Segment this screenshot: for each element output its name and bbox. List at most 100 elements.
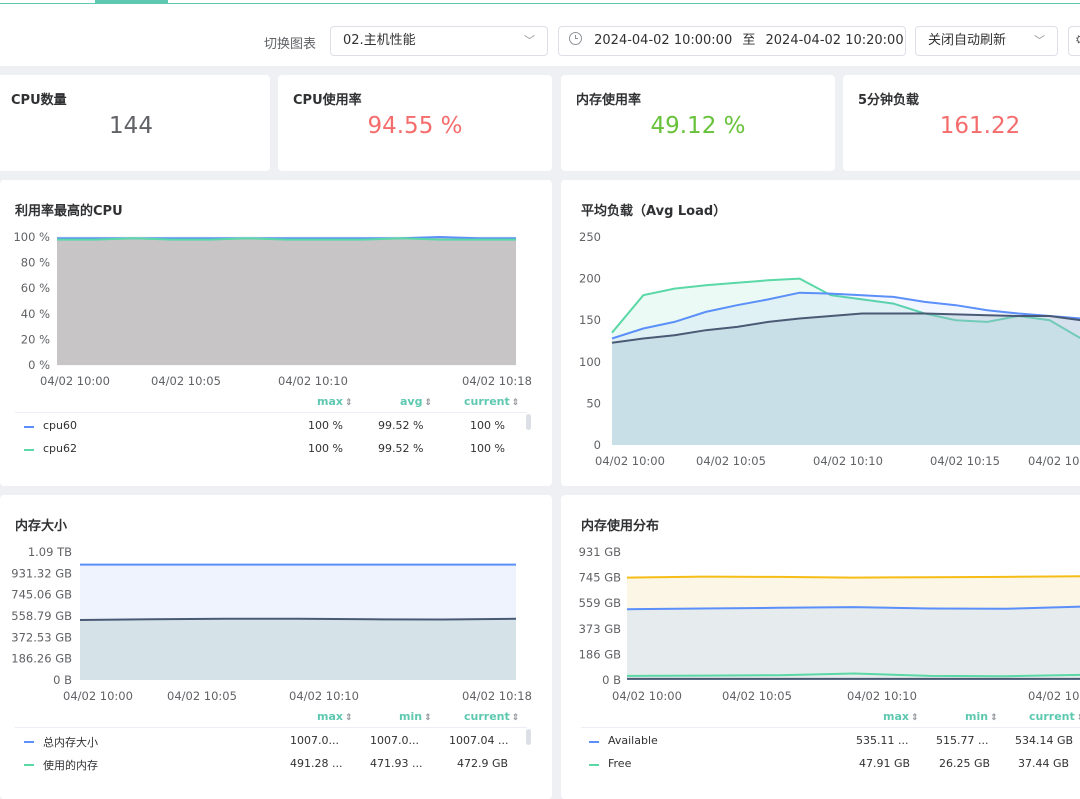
- series-max: 491.28 ...: [290, 757, 343, 770]
- series-avg: 99.52 %: [378, 442, 424, 455]
- x-tick: 04/02 10:18: [462, 374, 532, 388]
- series-current: 472.9 GB: [457, 757, 509, 770]
- x-tick: 04/02 10:05: [167, 689, 237, 703]
- series-max: 47.91 GB: [859, 757, 911, 770]
- series-line: [626, 575, 1080, 579]
- x-tick: 04/02 10:05: [722, 689, 792, 703]
- x-tick: 04/02 10:00: [595, 454, 665, 468]
- panel-memory-size: 内存大小 1.09 TB 931.32 GB 745.06 GB 558.79 GB 3…: [0, 495, 552, 799]
- series-name: Available: [608, 734, 658, 747]
- x-tick: 04/02 10:10: [289, 689, 359, 703]
- series-swatch: [589, 741, 599, 743]
- avg-load-chart[interactable]: 250 200 150 100 50 0: [561, 180, 1080, 486]
- y-tick: 372.53 GB: [11, 630, 72, 644]
- x-tick: 04/02 10:18: [462, 689, 532, 703]
- memory-distribution-chart[interactable]: 931 GB 745 GB 559 GB 373 GB 186 GB 0 B: [561, 495, 1080, 799]
- legend-sort-current[interactable]: current⇕: [464, 710, 519, 723]
- time-end[interactable]: 2024-04-02 10:20:00: [766, 33, 904, 48]
- active-tab-indicator: [95, 0, 168, 3]
- time-start[interactable]: 2024-04-02 10:00:00: [594, 33, 732, 48]
- refresh-select-value: 关闭自动刷新: [928, 33, 1007, 48]
- series-name: cpu62: [43, 442, 77, 455]
- stat-title: CPU数量: [11, 93, 67, 108]
- series-current: 534.14 GB: [1015, 734, 1074, 747]
- x-tick: 04/02 10:05: [696, 454, 766, 468]
- y-tick: 559 GB: [579, 596, 622, 610]
- x-tick: 04/02 10:10: [847, 689, 917, 703]
- x-tick: 04/02 10:10: [813, 454, 883, 468]
- stat-value: 144: [109, 113, 153, 139]
- series-avg: 99.52 %: [378, 419, 424, 432]
- series-area: [627, 606, 1080, 680]
- refresh-select[interactable]: 关闭自动刷新 ﹀: [915, 26, 1058, 56]
- stat-value: 49.12 %: [650, 113, 746, 139]
- legend-sort-current[interactable]: current⇕: [464, 395, 519, 408]
- y-tick: 186 GB: [579, 647, 622, 661]
- y-tick: 100: [579, 355, 601, 369]
- gear-icon: ⚙: [1075, 33, 1080, 48]
- series-swatch: [24, 764, 34, 766]
- chart-select[interactable]: 02.主机性能 ﹀: [330, 26, 548, 56]
- legend-sort-min[interactable]: min ⇕: [965, 710, 998, 723]
- legend-sort-avg[interactable]: avg ⇕: [400, 395, 432, 408]
- y-tick: 40 %: [21, 307, 50, 321]
- x-tick: 04/02 10:00: [63, 689, 133, 703]
- cpu-chart[interactable]: 100 % 80 % 60 % 40 % 20 % 0 %: [0, 180, 552, 486]
- legend-sort-min[interactable]: min ⇕: [399, 710, 432, 723]
- time-range-picker[interactable]: 2024-04-02 10:00:00 至 2024-04-02 10:20:0…: [558, 26, 906, 56]
- series-min: 471.93 ...: [370, 757, 423, 770]
- legend-sort-max[interactable]: max ⇕: [883, 710, 919, 723]
- panel-cpu: 利用率最高的CPU 100 % 80 % 60 % 40 % 20 % 0 % 04/02…: [0, 180, 552, 486]
- y-tick: 0 %: [28, 358, 50, 372]
- legend-sort-current[interactable]: current⇕: [1029, 710, 1080, 723]
- y-tick: 50: [586, 396, 601, 410]
- legend-sort-max[interactable]: max ⇕: [317, 710, 353, 723]
- y-tick: 745.06 GB: [11, 588, 72, 602]
- stat-value: 94.55 %: [367, 113, 463, 139]
- y-tick: 1.09 TB: [28, 545, 72, 559]
- legend-scrollbar[interactable]: [526, 729, 531, 745]
- stat-title: CPU使用率: [293, 93, 362, 108]
- y-tick: 0 B: [53, 673, 72, 687]
- series-current: 100 %: [470, 419, 505, 432]
- series-max: 100 %: [308, 442, 343, 455]
- memory-size-chart[interactable]: 1.09 TB 931.32 GB 745.06 GB 558.79 GB 372.53…: [0, 495, 552, 799]
- y-tick: 200: [579, 272, 601, 286]
- settings-button[interactable]: ⚙: [1068, 26, 1080, 56]
- y-tick: 150: [579, 313, 601, 327]
- series-swatch: [24, 426, 34, 428]
- legend-sort-max[interactable]: max ⇕: [317, 395, 353, 408]
- x-tick: 04/02 10:05: [151, 374, 221, 388]
- series-swatch: [24, 449, 34, 451]
- x-tick: 04/02 10:15: [1028, 689, 1080, 703]
- series-area: [57, 237, 516, 365]
- top-accent-line: [0, 3, 1080, 4]
- stat-card-mem-usage: 内存使用率 49.12 %: [561, 75, 835, 171]
- series-min: 515.77 ...: [936, 734, 989, 747]
- stat-title: 5分钟负载: [858, 93, 920, 108]
- y-tick: 100 %: [13, 230, 50, 244]
- y-tick: 0: [594, 438, 601, 452]
- panel-avg-load: 平均负载（Avg Load） 250 200 150 100 50 0 04/02 10:…: [561, 180, 1080, 486]
- stat-value: 161.22: [939, 113, 1021, 139]
- series-min: 1007.0...: [370, 734, 419, 747]
- x-tick: 04/02 10:20: [1028, 454, 1080, 468]
- series-name: 总内存大小: [43, 736, 98, 749]
- series-min: 26.25 GB: [939, 757, 991, 770]
- x-tick: 04/02 10:10: [278, 374, 348, 388]
- series-name: cpu60: [43, 419, 77, 432]
- chevron-down-icon: ﹀: [1034, 34, 1045, 47]
- legend-scrollbar[interactable]: [526, 414, 531, 430]
- panel-memory-distribution: 内存使用分布 931 GB 745 GB 559 GB 373 GB 186 GB 0 B…: [561, 495, 1080, 799]
- series-max: 100 %: [308, 419, 343, 432]
- y-tick: 931.32 GB: [11, 566, 72, 580]
- series-swatch: [24, 741, 34, 743]
- chevron-down-icon: ﹀: [524, 34, 535, 47]
- stat-card-load5: 5分钟负载 161.22: [843, 75, 1080, 171]
- y-tick: 0 B: [602, 673, 621, 687]
- clock-icon: [569, 32, 582, 45]
- y-tick: 745 GB: [579, 571, 622, 585]
- x-tick: 04/02 10:00: [612, 689, 682, 703]
- stat-title: 内存使用率: [576, 93, 642, 108]
- y-tick: 558.79 GB: [11, 609, 72, 623]
